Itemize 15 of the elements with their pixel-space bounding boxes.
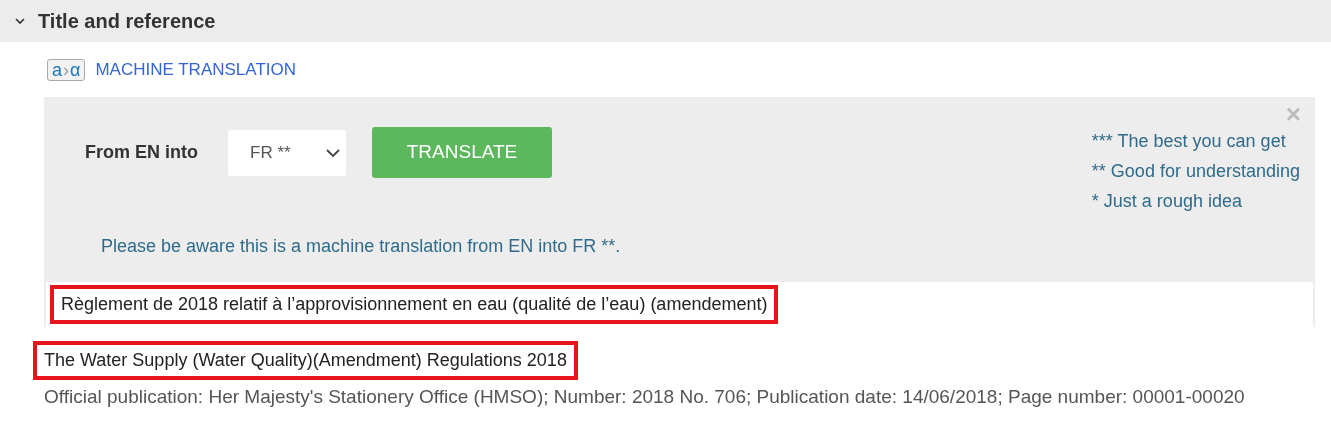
caret-icon xyxy=(326,147,340,158)
legend-text: *** The best you can get xyxy=(1091,130,1287,153)
language-select[interactable]: FR ** xyxy=(228,129,346,176)
translate-icon: a›α xyxy=(47,58,86,81)
section-title: Title and reference xyxy=(38,9,216,34)
chevron-icon xyxy=(14,15,26,27)
publication-info: Official publication: Her Majesty's Stationery Office (HMSO); Number: 2018 No. 706; Publication date: 14/06/2018; Page number: 00001-00020 xyxy=(44,385,1246,409)
language-label: From EN into xyxy=(85,141,199,164)
legend-text: ** Good for understanding xyxy=(1091,160,1300,183)
machine-translation-link[interactable]: MACHINE TRANSLATION xyxy=(95,56,296,83)
legend-text: * Just a rough idea xyxy=(1091,190,1243,213)
section-header[interactable]: Title and reference xyxy=(0,0,1331,42)
notice-text: Please be aware this is a machine translation from EN into FR **. xyxy=(101,235,621,258)
document-title: The Water Supply (Water Quality)(Amendment) Regulations 2018 xyxy=(33,341,578,380)
translated-title: Règlement de 2018 relatif à l’approvisionnement en eau (qualité de l’eau) (amendement) xyxy=(50,285,779,324)
